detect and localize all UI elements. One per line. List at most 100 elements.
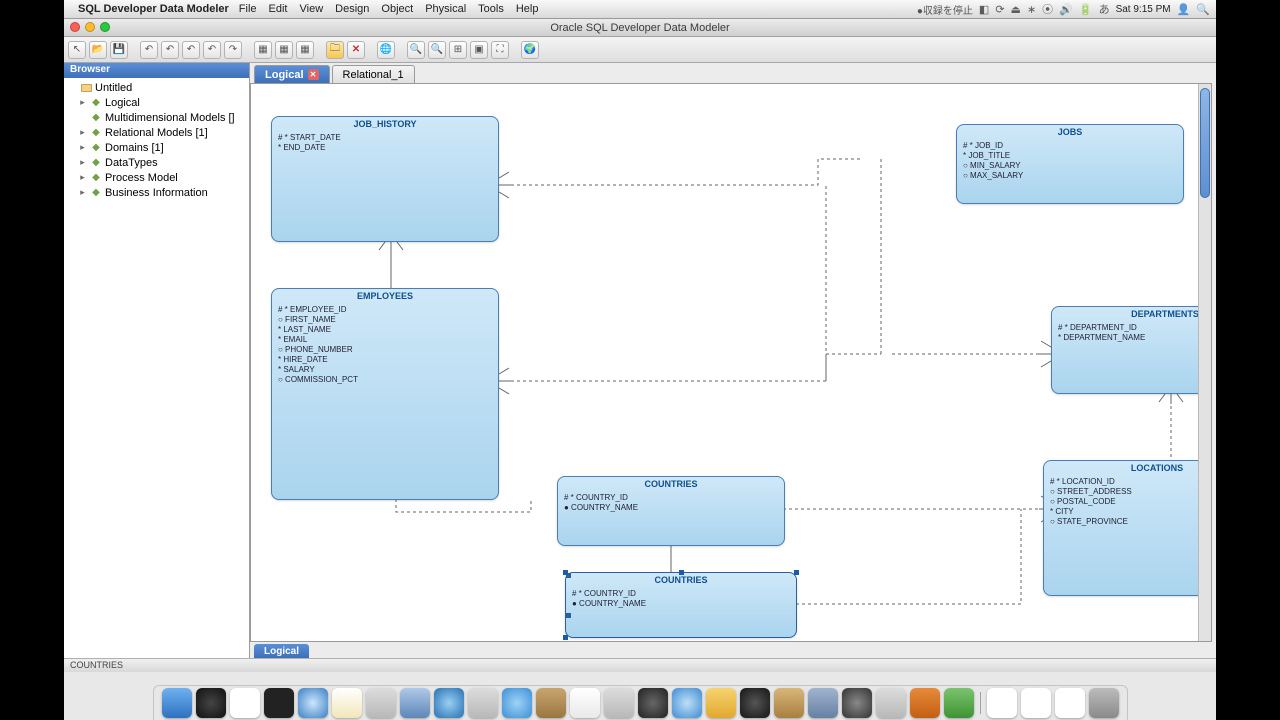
dock-iphoto-icon[interactable]: [706, 688, 736, 718]
dock-terminal-icon[interactable]: [264, 688, 294, 718]
sys-eject-icon[interactable]: ⏏: [1011, 3, 1021, 16]
delete-icon[interactable]: ✕: [347, 41, 365, 59]
dock-iweb-icon[interactable]: [740, 688, 770, 718]
disclosure-icon[interactable]: ▸: [78, 97, 87, 108]
sys-sync-icon[interactable]: ⟳: [995, 3, 1004, 16]
tree-item[interactable]: ◆Multidimensional Models []: [64, 110, 249, 125]
dock-x11-icon[interactable]: [230, 688, 260, 718]
window-titlebar[interactable]: Oracle SQL Developer Data Modeler: [64, 19, 1216, 37]
spotlight-icon[interactable]: 🔍: [1196, 3, 1210, 16]
tree-item[interactable]: ▸◆Logical: [64, 95, 249, 110]
entity-jobs[interactable]: JOBS # * JOB_ID * JOB_TITLE ○ MIN_SALARY…: [956, 124, 1184, 204]
zoom-region-icon[interactable]: ▣: [470, 41, 488, 59]
disclosure-icon[interactable]: ▸: [78, 142, 87, 153]
nav-fwd-icon[interactable]: ↷: [224, 41, 242, 59]
nav-back4-icon[interactable]: ↶: [203, 41, 221, 59]
world-icon[interactable]: 🌐: [377, 41, 395, 59]
menu-view[interactable]: View: [300, 3, 324, 15]
menu-file[interactable]: File: [239, 3, 257, 15]
window-minimize-button[interactable]: [85, 22, 95, 32]
layout3-icon[interactable]: ▦: [296, 41, 314, 59]
window-zoom-button[interactable]: [100, 22, 110, 32]
dock-app2-icon[interactable]: [604, 688, 634, 718]
footer-tab-logical[interactable]: Logical: [254, 644, 309, 658]
sys-wifi-icon[interactable]: ⦿: [1042, 1, 1053, 17]
tree-item[interactable]: ▸◆Domains [1]: [64, 140, 249, 155]
dock-notes-icon[interactable]: [332, 688, 362, 718]
disclosure-icon[interactable]: ▸: [78, 127, 87, 138]
dock-preview-icon[interactable]: [400, 688, 430, 718]
sys-user-icon[interactable]: 👤: [1177, 3, 1191, 16]
sys-icon[interactable]: ◧: [979, 3, 989, 16]
dock-safari-icon[interactable]: [298, 688, 328, 718]
selection-handle[interactable]: [794, 570, 799, 575]
dock-app5-icon[interactable]: [944, 688, 974, 718]
tab-close-icon[interactable]: ✕: [308, 69, 319, 80]
dock-ichat-icon[interactable]: [502, 688, 532, 718]
menu-design[interactable]: Design: [335, 3, 369, 15]
selection-handle[interactable]: [679, 570, 684, 575]
open-icon[interactable]: 📂: [89, 41, 107, 59]
selection-handle[interactable]: [563, 635, 568, 640]
disclosure-icon[interactable]: ▸: [78, 172, 87, 183]
tree-item[interactable]: ▸◆DataTypes: [64, 155, 249, 170]
tree-item[interactable]: Untitled: [64, 80, 249, 95]
menu-object[interactable]: Object: [381, 3, 413, 15]
entity-employees[interactable]: EMPLOYEES # * EMPLOYEE_ID ○ FIRST_NAME *…: [271, 288, 499, 500]
entity-countries-2[interactable]: COUNTRIES # * COUNTRY_ID ● COUNTRY_NAME: [565, 572, 797, 638]
entity-countries-1[interactable]: COUNTRIES # * COUNTRY_ID ● COUNTRY_NAME: [557, 476, 785, 546]
layout2-icon[interactable]: ▦: [275, 41, 293, 59]
tab-logical[interactable]: Logical✕: [254, 65, 330, 83]
menu-physical[interactable]: Physical: [425, 3, 466, 15]
menu-help[interactable]: Help: [516, 3, 539, 15]
vertical-scrollbar[interactable]: [1198, 84, 1211, 641]
entity-job-history[interactable]: JOB_HISTORY # * START_DATE * END_DATE: [271, 116, 499, 242]
browser-tree[interactable]: Untitled ▸◆Logical ◆Multidimensional Mod…: [64, 78, 249, 658]
dock-doc2-icon[interactable]: [1021, 688, 1051, 718]
dock-trash-icon[interactable]: [1089, 688, 1119, 718]
sys-volume-icon[interactable]: 🔊: [1059, 3, 1073, 16]
app-name[interactable]: SQL Developer Data Modeler: [78, 3, 229, 15]
dock-dashboard-icon[interactable]: [196, 688, 226, 718]
tab-relational[interactable]: Relational_1: [332, 65, 415, 83]
scrollbar-thumb[interactable]: [1200, 88, 1210, 198]
dock-app1-icon[interactable]: [468, 688, 498, 718]
nav-back2-icon[interactable]: ↶: [161, 41, 179, 59]
disclosure-icon[interactable]: ▸: [78, 187, 87, 198]
disclosure-icon[interactable]: ▸: [78, 157, 87, 168]
tree-item[interactable]: ▸◆Process Model: [64, 170, 249, 185]
dock-garageband-icon[interactable]: [774, 688, 804, 718]
window-close-button[interactable]: [70, 22, 80, 32]
entity-departments[interactable]: DEPARTMENTS # * DEPARTMENT_ID * DEPARTME…: [1051, 306, 1212, 394]
clock[interactable]: Sat 9:15 PM: [1116, 4, 1171, 15]
tree-item[interactable]: ▸◆Business Information: [64, 185, 249, 200]
recording-indicator[interactable]: ●収録を停止: [917, 2, 973, 17]
dock-sysprefs-icon[interactable]: [876, 688, 906, 718]
menu-tools[interactable]: Tools: [478, 3, 504, 15]
dock-quicktime-icon[interactable]: [434, 688, 464, 718]
zoom-in-icon[interactable]: 🔍: [407, 41, 425, 59]
sys-battery-icon[interactable]: 🔋: [1079, 3, 1093, 16]
layout1-icon[interactable]: ▦: [254, 41, 272, 59]
dock-ical-icon[interactable]: [570, 688, 600, 718]
dock-app4-icon[interactable]: [910, 688, 940, 718]
dock-draw-icon[interactable]: [366, 688, 396, 718]
sys-bt-icon[interactable]: ∗: [1027, 3, 1036, 16]
entity-locations[interactable]: LOCATIONS # * LOCATION_ID ○ STREET_ADDRE…: [1043, 460, 1212, 596]
zoom-out-icon[interactable]: 🔍: [428, 41, 446, 59]
web-icon[interactable]: 🌍: [521, 41, 539, 59]
dock-addressbook-icon[interactable]: [536, 688, 566, 718]
tree-item[interactable]: ▸◆Relational Models [1]: [64, 125, 249, 140]
dock-itunes-icon[interactable]: [672, 688, 702, 718]
selection-handle[interactable]: [563, 570, 568, 575]
sys-lang-icon[interactable]: あ: [1099, 1, 1110, 17]
dock-imovie-icon[interactable]: [638, 688, 668, 718]
dock-finder-icon[interactable]: [162, 688, 192, 718]
nav-back-icon[interactable]: ↶: [140, 41, 158, 59]
dock-doc3-icon[interactable]: [1055, 688, 1085, 718]
menu-edit[interactable]: Edit: [269, 3, 288, 15]
save-icon[interactable]: 💾: [110, 41, 128, 59]
nav-back3-icon[interactable]: ↶: [182, 41, 200, 59]
new-folder-icon[interactable]: 🗀: [326, 41, 344, 59]
zoom-full-icon[interactable]: ⛶: [491, 41, 509, 59]
